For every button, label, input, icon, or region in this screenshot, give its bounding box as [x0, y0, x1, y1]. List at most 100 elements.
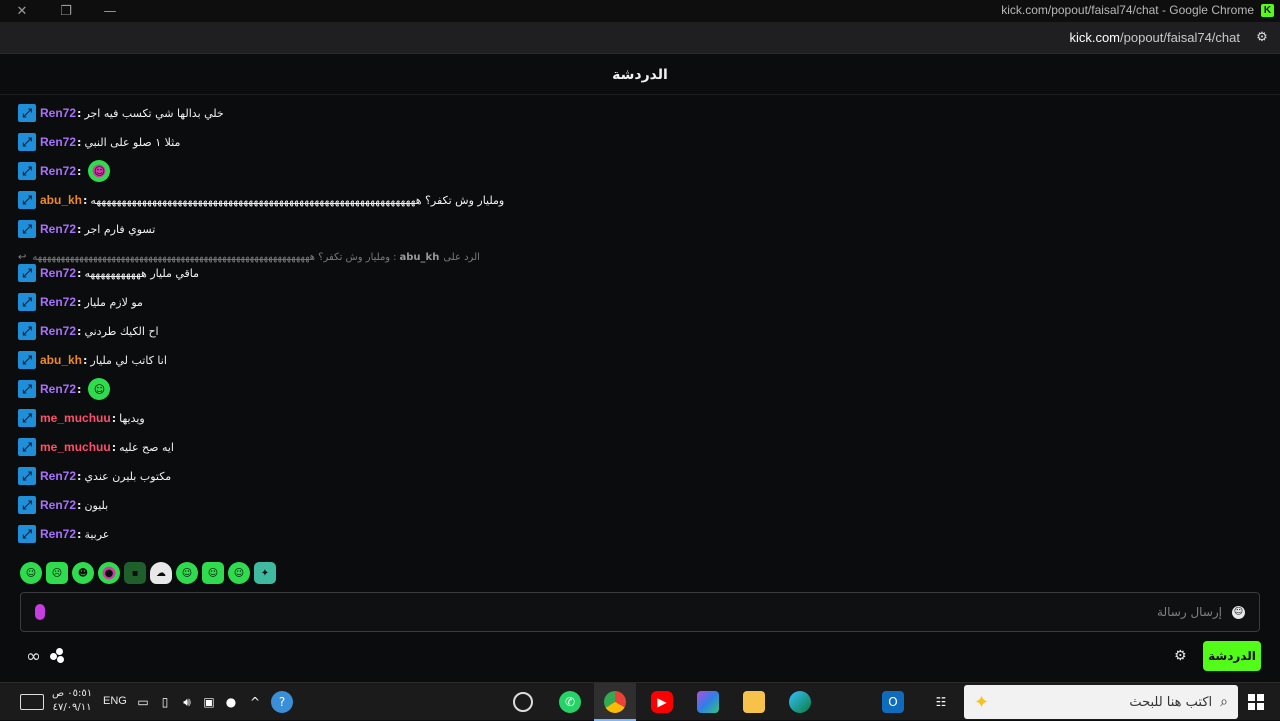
- language-indicator[interactable]: ENG: [103, 695, 127, 707]
- infinity-icon[interactable]: ∞: [26, 646, 41, 667]
- chat-message: ⤢ Ren72: تسوي فارم اجر: [18, 218, 155, 240]
- volume-icon[interactable]: 🔊︎: [176, 691, 198, 713]
- obs-icon[interactable]: [513, 692, 533, 712]
- taskbar-clock[interactable]: ٠٥:٥١ ص ٤٧/٠٩/١١: [52, 687, 92, 715]
- chat-message: ⤢ me_muchuu: ايه صح عليه: [18, 436, 174, 458]
- username[interactable]: Ren72: [40, 469, 76, 483]
- address-bar[interactable]: kick.com/popout/faisal74/chat ⚙: [0, 22, 1280, 54]
- chat-message: ⤢ Ren72: بليون: [18, 494, 108, 516]
- reply-text: ومليار وش تكفر؟ هههههههههههههههههههههههه…: [32, 251, 391, 263]
- chat-send-button[interactable]: الدردشة: [1203, 641, 1261, 671]
- chat-title: الدردشة: [612, 66, 668, 83]
- url-host: kick.com: [1069, 30, 1121, 45]
- message-text: ويديها: [119, 411, 145, 425]
- username[interactable]: me_muchuu: [40, 411, 111, 425]
- settings-gear-icon[interactable]: ⚙: [1174, 648, 1187, 664]
- subscriber-badge-icon: ⤢: [18, 133, 36, 151]
- microphone-icon[interactable]: [35, 604, 45, 620]
- message-input-placeholder: إرسال رسالة: [1157, 605, 1222, 619]
- whatsapp-icon[interactable]: ✆: [559, 691, 581, 713]
- emote-smile-icon[interactable]: ☺: [228, 562, 250, 584]
- reply-label: الرد على: [443, 251, 480, 263]
- emote-laugh-icon[interactable]: ☺: [20, 562, 42, 584]
- notifications-icon[interactable]: [20, 694, 44, 710]
- minimize-window-icon[interactable]: —: [88, 0, 132, 22]
- username[interactable]: Ren72: [40, 135, 76, 149]
- subscriber-badge-icon: ⤢: [18, 380, 36, 398]
- chat-header: الدردشة: [0, 55, 1280, 95]
- subscriber-badge-icon: ⤢: [18, 525, 36, 543]
- chat-message: ⤢ me_muchuu: ويديها: [18, 407, 145, 429]
- file-explorer-icon[interactable]: [743, 691, 765, 713]
- username[interactable]: Ren72: [40, 164, 76, 178]
- green-emote-icon: ☺: [88, 378, 111, 400]
- restore-window-icon[interactable]: ❐: [44, 0, 88, 22]
- emote-hype-icon[interactable]: ✦: [254, 562, 276, 584]
- reply-username: abu_kh: [399, 251, 440, 263]
- window-titlebar: ✕ ❐ — kick.com/popout/faisal74/chat - Go…: [0, 0, 1280, 22]
- subscriber-badge-icon: ⤢: [18, 438, 36, 456]
- outlook-icon[interactable]: O: [882, 691, 904, 713]
- username[interactable]: abu_kh: [40, 193, 82, 207]
- search-icon: ⌕: [1220, 694, 1228, 710]
- emote-ghost-icon[interactable]: ☁: [150, 562, 172, 584]
- close-window-icon[interactable]: ✕: [0, 0, 44, 22]
- chat-message: ⤢ Ren72: اح الكيك طردني: [18, 320, 159, 342]
- username[interactable]: Ren72: [40, 295, 76, 309]
- mic-tray-icon[interactable]: ●: [220, 691, 242, 713]
- message-text: مكتوب بليرن عندي: [84, 469, 172, 483]
- subscriber-badge-icon: ⤢: [18, 191, 36, 209]
- emoji-picker-icon[interactable]: ☺: [1232, 605, 1245, 619]
- url-path: /popout/faisal74/chat: [1120, 30, 1240, 45]
- emote-grin-icon[interactable]: ☺: [176, 562, 198, 584]
- chat-message: ⤢ Ren72: مو لازم مليار: [18, 291, 143, 313]
- battery-icon[interactable]: ▯: [154, 691, 176, 713]
- edge-icon[interactable]: [789, 691, 811, 713]
- emote-dark-icon[interactable]: ▪: [124, 562, 146, 584]
- chat-message: ⤢ Ren72: ☺: [18, 160, 111, 182]
- microsoft365-icon[interactable]: [697, 691, 719, 713]
- chrome-icon[interactable]: [604, 691, 626, 713]
- username[interactable]: Ren72: [40, 527, 76, 541]
- message-input[interactable]: ☺ إرسال رسالة: [20, 592, 1260, 632]
- username[interactable]: Ren72: [40, 266, 76, 280]
- help-icon[interactable]: ?: [271, 691, 293, 713]
- message-text: خلي بدالها شي تكسب فيه اجر: [84, 106, 224, 120]
- chat-message: ⤢ Ren72: عربية: [18, 523, 109, 545]
- emote-sad-icon[interactable]: ☹: [46, 562, 68, 584]
- username[interactable]: me_muchuu: [40, 440, 111, 454]
- chat-messages: ⤢ Ren72: خلي بدالها شي تكسب فيه اجر ⤢ Re…: [18, 100, 1268, 550]
- username[interactable]: Ren72: [40, 498, 76, 512]
- message-text: ومليار وش تكفر؟ هههههههههههههههههههههههه…: [90, 193, 505, 207]
- username[interactable]: Ren72: [40, 324, 76, 338]
- show-hidden-icon[interactable]: ^: [244, 691, 266, 713]
- emote-pink-icon[interactable]: ●: [98, 562, 120, 584]
- chat-message: ⤢ Ren72: ☺: [18, 378, 111, 400]
- emote-face-icon[interactable]: ☺: [202, 562, 224, 584]
- message-text: مو لازم مليار: [84, 295, 143, 309]
- task-view-icon[interactable]: ☷: [930, 691, 952, 713]
- green-emote-icon: ☺: [88, 160, 111, 182]
- site-settings-icon[interactable]: ⚙: [1254, 30, 1270, 46]
- subscriber-badge-icon: ⤢: [18, 264, 36, 282]
- message-text: تسوي فارم اجر: [84, 222, 156, 236]
- windows-start-icon[interactable]: [1248, 694, 1264, 710]
- username[interactable]: Ren72: [40, 382, 76, 396]
- taskbar-search[interactable]: ✦ اكتب هنا للبحث ⌕: [964, 685, 1238, 719]
- chat-message: ⤢ abu_kh: انا كاتب لي مليار: [18, 349, 167, 371]
- emote-quick-bar: ☺ ☹ ☻ ● ▪ ☁ ☺ ☺ ☺ ✦: [20, 562, 276, 586]
- chat-message: ⤢ Ren72: مكتوب بليرن عندي: [18, 465, 171, 487]
- username[interactable]: Ren72: [40, 222, 76, 236]
- message-text: عربية: [84, 527, 110, 541]
- hardware-icon[interactable]: ▣: [198, 691, 220, 713]
- subscriber-badge-icon: ⤢: [18, 409, 36, 427]
- subscriber-badge-icon: ⤢: [18, 467, 36, 485]
- url-display[interactable]: kick.com/popout/faisal74/chat: [1069, 30, 1240, 45]
- network-icon[interactable]: ▭: [132, 691, 154, 713]
- username[interactable]: abu_kh: [40, 353, 82, 367]
- username[interactable]: Ren72: [40, 106, 76, 120]
- youtube-icon[interactable]: ▶: [651, 691, 673, 713]
- points-icon[interactable]: [50, 648, 66, 664]
- copilot-sparkle-icon: ✦: [974, 691, 990, 713]
- emote-cool-icon[interactable]: ☻: [72, 562, 94, 584]
